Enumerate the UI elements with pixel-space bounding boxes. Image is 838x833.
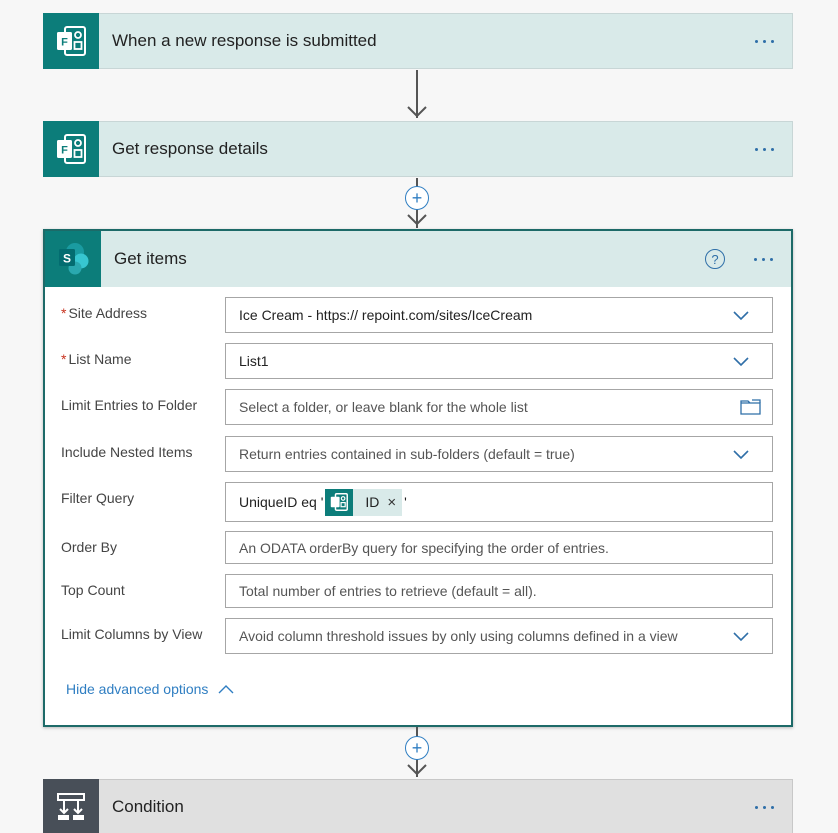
get-response-card-header[interactable]: F Get response details: [43, 121, 793, 177]
sharepoint-icon: S: [45, 231, 101, 287]
limit-folder-placeholder: Select a folder, or leave blank for the …: [239, 399, 528, 415]
list-name-label: * List Name: [61, 351, 132, 367]
limit-folder-label: Limit Entries to Folder: [61, 397, 198, 413]
top-count-placeholder: Total number of entries to retrieve (def…: [239, 583, 537, 599]
more-options-icon[interactable]: [744, 147, 784, 151]
dynamic-content-token[interactable]: ID ×: [325, 488, 403, 516]
site-address-label: * Site Address: [61, 305, 148, 321]
limit-columns-dropdown[interactable]: Avoid column threshold issues by only us…: [225, 618, 773, 654]
order-by-input[interactable]: An ODATA orderBy query for specifying th…: [225, 531, 773, 564]
list-name-value: List1: [239, 353, 269, 369]
help-icon[interactable]: ?: [705, 249, 725, 269]
svg-text:F: F: [61, 145, 68, 157]
more-options-icon[interactable]: [744, 805, 784, 809]
filter-query-prefix: UniqueID eq ': [239, 494, 324, 510]
forms-icon: F: [43, 121, 99, 177]
more-options-icon[interactable]: [743, 257, 783, 261]
folder-icon[interactable]: [740, 399, 762, 415]
arrow-down-icon: [407, 214, 427, 226]
svg-text:S: S: [63, 252, 71, 266]
svg-text:F: F: [61, 37, 68, 49]
hide-advanced-options-link[interactable]: Hide advanced options: [66, 681, 234, 697]
insert-step-button[interactable]: +: [405, 736, 429, 760]
arrow-down-icon: [407, 106, 427, 118]
order-by-placeholder: An ODATA orderBy query for specifying th…: [239, 539, 609, 556]
required-marker: *: [61, 305, 67, 321]
chevron-down-icon[interactable]: [732, 306, 750, 324]
get-response-title: Get response details: [112, 139, 268, 158]
condition-title: Condition: [112, 797, 184, 816]
trigger-card[interactable]: F When a new response is submitted: [43, 13, 793, 69]
filter-query-label: Filter Query: [61, 490, 135, 506]
top-count-label: Top Count: [61, 582, 125, 598]
insert-step-button[interactable]: +: [405, 186, 429, 210]
get-items-title: Get items: [114, 249, 187, 268]
nested-items-placeholder: Return entries contained in sub-folders …: [239, 446, 575, 462]
required-marker: *: [61, 351, 67, 367]
arrow-down-icon: [407, 764, 427, 776]
get-items-card[interactable]: S Get items ? * Site Address Ice Cream - …: [43, 229, 793, 727]
site-address-value: Ice Cream - https:// repoint.com/sites/I…: [239, 307, 533, 323]
limit-columns-label: Limit Columns by View: [61, 626, 203, 642]
token-label: ID: [365, 494, 380, 510]
chevron-down-icon[interactable]: [732, 352, 750, 370]
forms-icon: F: [43, 13, 99, 69]
more-options-icon[interactable]: [744, 39, 784, 43]
filter-query-input[interactable]: UniqueID eq ' ID × ': [225, 482, 773, 522]
condition-card-header[interactable]: Condition: [43, 779, 793, 833]
forms-icon: [325, 488, 354, 516]
limit-columns-placeholder: Avoid column threshold issues by only us…: [239, 628, 678, 644]
trigger-card-header[interactable]: F When a new response is submitted: [43, 13, 793, 69]
limit-folder-input[interactable]: Select a folder, or leave blank for the …: [225, 389, 773, 425]
site-address-dropdown[interactable]: Ice Cream - https:// repoint.com/sites/I…: [225, 297, 773, 333]
order-by-label: Order By: [61, 539, 118, 555]
trigger-title: When a new response is submitted: [112, 31, 377, 50]
nested-items-label: Include Nested Items: [61, 444, 193, 460]
chevron-down-icon[interactable]: [732, 627, 750, 645]
nested-items-dropdown[interactable]: Return entries contained in sub-folders …: [225, 436, 773, 472]
filter-query-suffix: ': [404, 494, 407, 510]
chevron-up-icon: [218, 685, 234, 694]
list-name-dropdown[interactable]: List1: [225, 343, 773, 379]
get-response-card[interactable]: F Get response details: [43, 121, 793, 177]
chevron-down-icon[interactable]: [732, 445, 750, 463]
condition-card[interactable]: Condition: [43, 779, 793, 833]
top-count-input[interactable]: Total number of entries to retrieve (def…: [225, 574, 773, 608]
remove-token-icon[interactable]: ×: [387, 494, 402, 511]
get-items-card-header[interactable]: S Get items ?: [45, 231, 791, 287]
condition-icon: [43, 779, 99, 833]
